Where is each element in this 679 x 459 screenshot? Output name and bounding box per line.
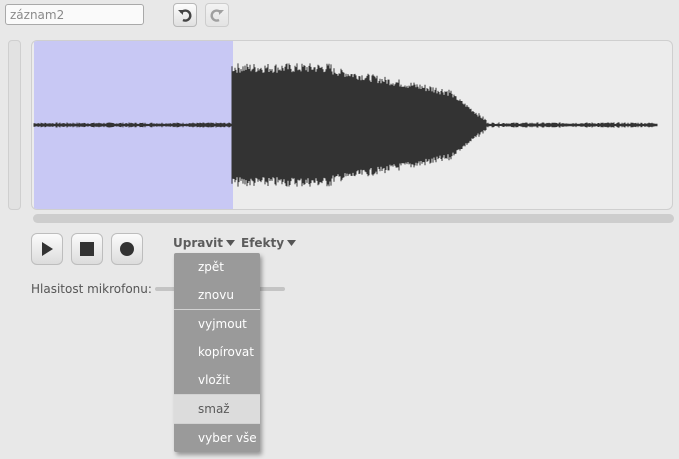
- redo-icon: [210, 9, 224, 22]
- sound-list-scrollbar[interactable]: [8, 40, 21, 210]
- menu-item-paste[interactable]: vložit: [174, 366, 260, 394]
- menu-item-select-all[interactable]: vyber vše: [174, 424, 260, 452]
- redo-button[interactable]: [205, 3, 229, 27]
- effects-menu-label: Efekty: [241, 236, 285, 250]
- chevron-down-icon: [287, 240, 297, 246]
- record-icon: [120, 242, 134, 256]
- stop-icon: [80, 242, 94, 256]
- record-button[interactable]: [111, 233, 143, 265]
- chevron-down-icon: [226, 240, 236, 246]
- menu-item-redo[interactable]: znovu: [174, 281, 260, 309]
- undo-button[interactable]: [173, 3, 197, 27]
- undo-icon: [178, 9, 192, 22]
- stop-button[interactable]: [71, 233, 103, 265]
- waveform-scrollbar[interactable]: [33, 214, 674, 223]
- edit-dropdown-menu: zpět znovu vyjmout kopírovat vložit smaž…: [174, 253, 260, 452]
- effects-menu-button[interactable]: Efekty: [241, 236, 297, 250]
- menu-item-copy[interactable]: kopírovat: [174, 338, 260, 366]
- menu-item-delete[interactable]: smaž: [174, 395, 260, 423]
- mic-volume-label: Hlasitost mikrofonu:: [31, 282, 152, 296]
- menu-item-undo[interactable]: zpět: [174, 253, 260, 281]
- edit-menu-button[interactable]: Upravit: [173, 236, 236, 250]
- play-icon: [42, 242, 53, 256]
- edit-menu-label: Upravit: [173, 236, 224, 250]
- waveform-editor[interactable]: [31, 40, 673, 210]
- sound-name-input[interactable]: [5, 4, 144, 25]
- menu-item-cut[interactable]: vyjmout: [174, 310, 260, 338]
- play-button[interactable]: [31, 233, 63, 265]
